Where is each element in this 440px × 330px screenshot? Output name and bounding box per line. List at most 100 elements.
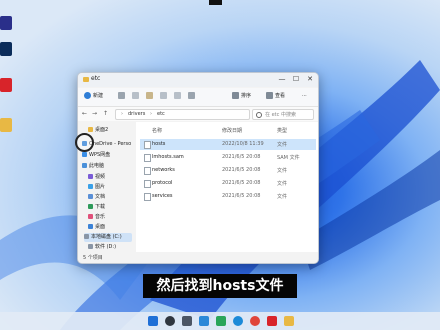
download-icon <box>88 204 93 209</box>
sidebar-item-drive-c[interactable]: 本地磁盘 (C:) <box>84 233 132 242</box>
view-label: 查看 <box>275 93 286 99</box>
breadcrumb-etc[interactable]: etc <box>157 111 165 117</box>
document-icon <box>88 194 93 199</box>
sidebar-item-music[interactable]: 音乐 <box>88 213 105 222</box>
sidebar-item-documents[interactable]: 文档 <box>88 193 105 202</box>
desktop-app-icon[interactable] <box>0 16 12 30</box>
file-name: lmhosts.sam <box>152 154 184 160</box>
taskbar <box>0 312 440 330</box>
column-header-name[interactable]: 名称 <box>152 127 162 134</box>
folder-icon <box>83 77 89 82</box>
wps-icon[interactable] <box>267 316 277 326</box>
music-icon <box>88 214 93 219</box>
sidebar-item-label: 此电脑 <box>89 163 105 169</box>
delete-button[interactable] <box>188 92 197 101</box>
sidebar-item-this-pc[interactable]: 此电脑 <box>82 162 104 171</box>
chrome-icon[interactable] <box>250 316 260 326</box>
plus-icon <box>84 92 91 99</box>
cursor-highlight <box>75 133 94 152</box>
column-header-type[interactable]: 类型 <box>277 127 287 134</box>
file-explorer-icon[interactable] <box>284 316 294 326</box>
cut-button[interactable] <box>118 92 127 101</box>
file-row[interactable]: networks 2021/6/5 20:08 文件 <box>140 165 316 176</box>
window-title: etc <box>91 75 101 82</box>
file-row-hosts[interactable]: hosts 2022/10/8 11:39 文件 <box>140 139 316 150</box>
top-bar <box>209 0 222 5</box>
caption-subtitle: 然后找到hosts文件 <box>143 274 297 298</box>
column-header-date[interactable]: 修改日期 <box>222 127 242 134</box>
new-button[interactable]: 新建 <box>84 92 103 101</box>
view-button[interactable]: 查看 <box>266 92 285 101</box>
sidebar-item-label: 桌面 <box>95 224 106 230</box>
sort-button[interactable]: 排序 <box>232 92 251 101</box>
sort-icon <box>232 92 239 99</box>
file-date: 2021/6/5 20:08 <box>222 167 261 173</box>
back-button[interactable]: ← <box>82 110 87 117</box>
file-type: 文件 <box>277 181 288 187</box>
search-icon[interactable] <box>165 316 175 326</box>
desktop-folder-icon[interactable] <box>0 118 12 132</box>
scissors-icon <box>118 92 125 99</box>
command-bar: 新建 排序 查看 ··· <box>78 88 318 107</box>
file-date: 2021/6/5 20:08 <box>222 193 261 199</box>
sidebar-item-wps[interactable]: WPS网盘 <box>82 151 110 160</box>
more-button[interactable]: ··· <box>302 92 307 101</box>
sidebar-item-downloads[interactable]: 下载 <box>88 203 105 212</box>
file-type: 文件 <box>277 168 288 174</box>
file-name: networks <box>152 167 175 173</box>
sidebar-item-label: 本地磁盘 (C:) <box>91 234 122 240</box>
file-explorer-window: etc — ☐ ✕ 新建 排序 查看 ··· ← → ↑ › drivers ›… <box>77 72 319 264</box>
edge-icon[interactable] <box>233 316 243 326</box>
file-name: hosts <box>152 141 166 147</box>
sidebar-item-desktop2[interactable]: 桌面2 <box>88 126 108 135</box>
search-input[interactable]: 在 etc 中搜索 <box>252 109 314 120</box>
chat-icon[interactable] <box>216 316 226 326</box>
widgets-icon[interactable] <box>199 316 209 326</box>
desktop-app-icon[interactable] <box>0 78 12 92</box>
maximize-button[interactable]: ☐ <box>290 74 302 85</box>
search-placeholder: 在 etc 中搜索 <box>265 112 296 118</box>
address-input[interactable]: › drivers › etc <box>115 109 250 120</box>
minimize-button[interactable]: — <box>276 74 288 85</box>
desktop-app-icon[interactable] <box>0 42 12 56</box>
file-date: 2021/6/5 20:08 <box>222 180 261 186</box>
rename-icon <box>160 92 167 99</box>
file-list: 名称 修改日期 类型 hosts 2022/10/8 11:39 文件 lmho… <box>136 122 318 252</box>
sidebar-item-pictures[interactable]: 图片 <box>88 183 105 192</box>
sidebar-item-videos[interactable]: 视频 <box>88 173 105 182</box>
file-type: SAM 文件 <box>277 155 300 161</box>
search-icon <box>256 112 262 118</box>
computer-icon <box>82 163 87 168</box>
cloud-icon <box>82 152 87 157</box>
drive-icon <box>88 244 93 249</box>
desktop-icon <box>88 224 93 229</box>
file-icon <box>144 167 151 175</box>
file-icon <box>144 180 151 188</box>
up-button[interactable]: ↑ <box>103 110 108 117</box>
file-type: 文件 <box>277 194 288 200</box>
copy-button[interactable] <box>132 92 141 101</box>
title-bar: etc — ☐ ✕ <box>78 73 318 87</box>
file-type: 文件 <box>277 142 288 148</box>
sidebar-item-label: 软件 (D:) <box>95 244 117 250</box>
sidebar-item-label: 文档 <box>95 194 106 200</box>
start-icon[interactable] <box>148 316 158 326</box>
task-view-icon[interactable] <box>182 316 192 326</box>
file-name: services <box>152 193 173 199</box>
close-button[interactable]: ✕ <box>304 74 316 85</box>
file-row[interactable]: lmhosts.sam 2021/6/5 20:08 SAM 文件 <box>140 152 316 163</box>
share-button[interactable] <box>174 92 183 101</box>
file-row[interactable]: services 2021/6/5 20:08 文件 <box>140 191 316 202</box>
paste-button[interactable] <box>146 92 155 101</box>
sidebar-item-desktop[interactable]: 桌面 <box>88 223 105 232</box>
rename-button[interactable] <box>160 92 169 101</box>
sidebar-item-label: WPS网盘 <box>89 152 111 158</box>
file-row[interactable]: protocol 2021/6/5 20:08 文件 <box>140 178 316 189</box>
forward-button[interactable]: → <box>92 110 97 117</box>
breadcrumb-drivers[interactable]: drivers <box>128 111 145 117</box>
share-icon <box>174 92 181 99</box>
new-label: 新建 <box>93 93 104 99</box>
trash-icon <box>188 92 195 99</box>
picture-icon <box>88 184 93 189</box>
sidebar-item-drive-d[interactable]: 软件 (D:) <box>88 243 116 252</box>
